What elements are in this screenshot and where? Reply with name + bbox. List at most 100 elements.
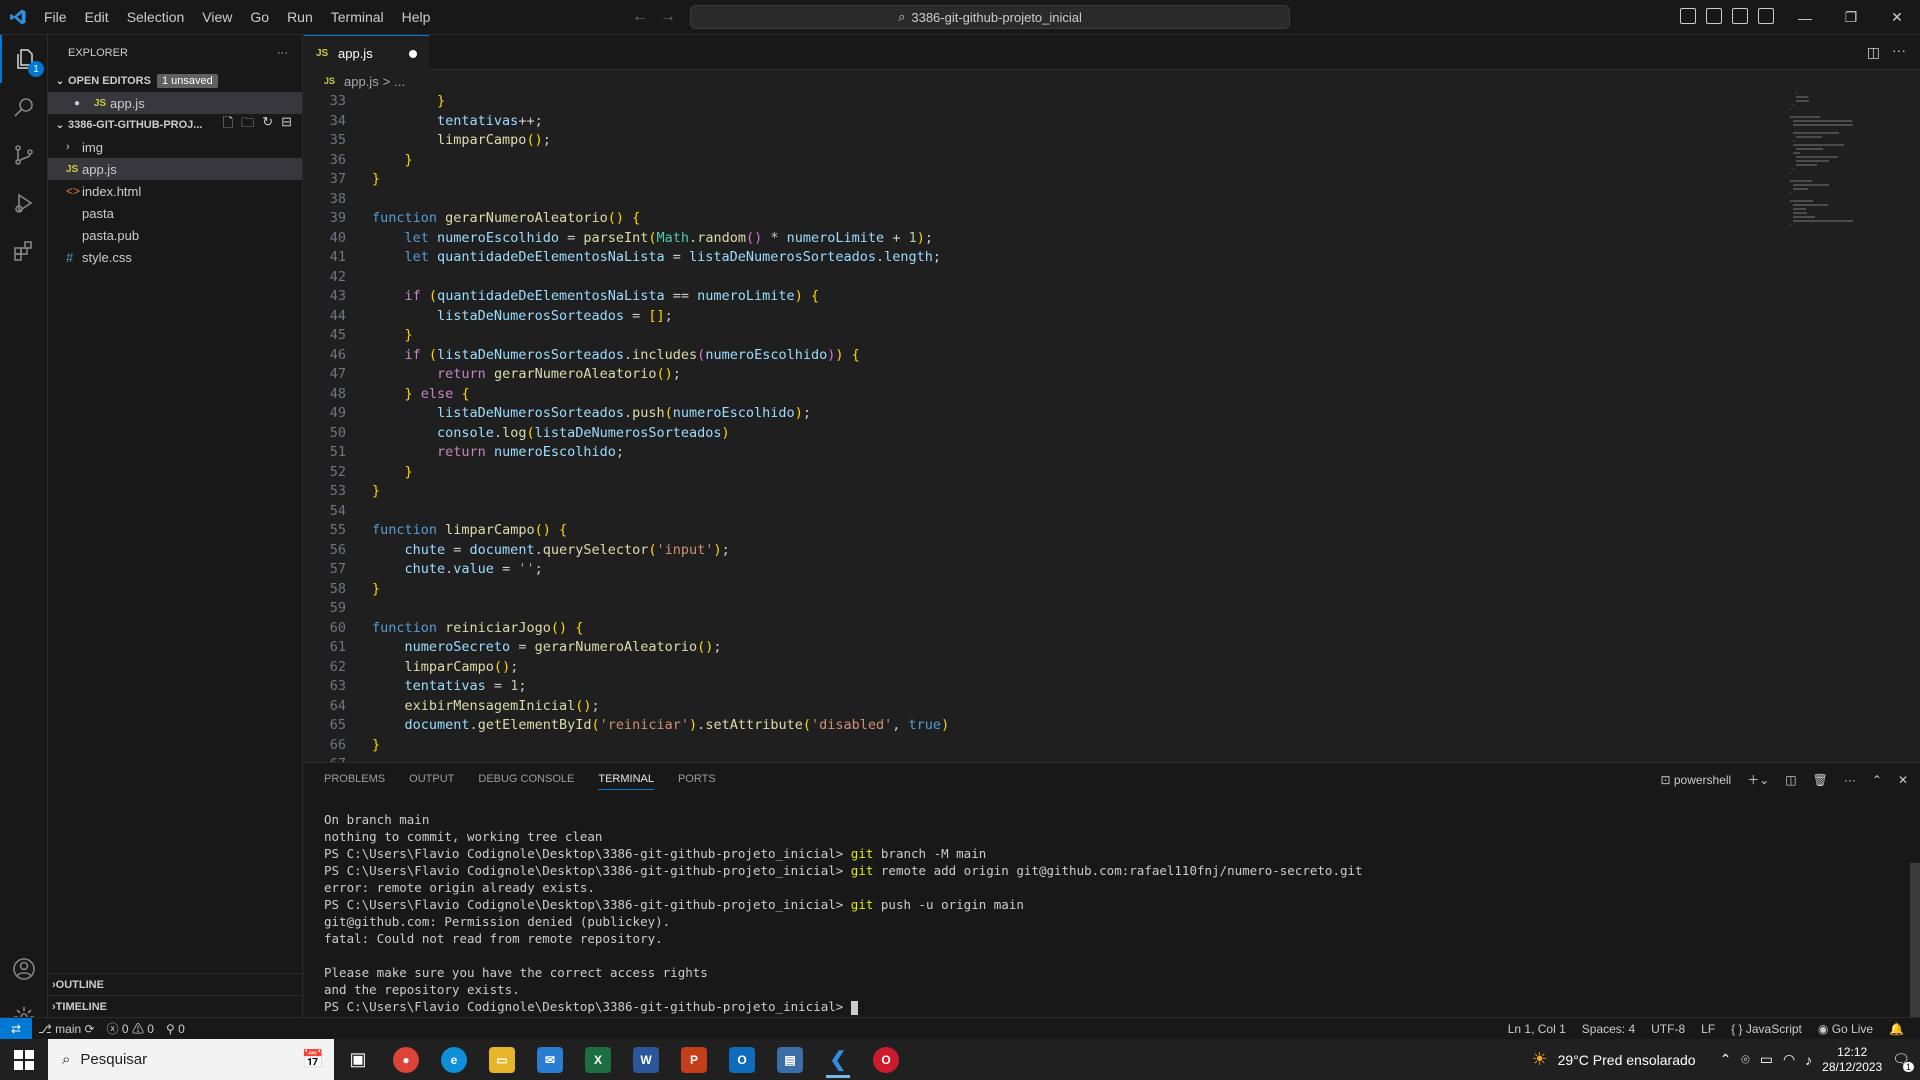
back-arrow-icon[interactable]: ← <box>632 8 660 25</box>
tree-item-img[interactable]: › img <box>48 136 302 158</box>
windows-start-icon[interactable] <box>0 1039 48 1080</box>
extensions-icon[interactable] <box>0 227 48 275</box>
kill-terminal-icon[interactable]: 🗑 <box>1813 773 1828 787</box>
split-terminal-icon[interactable]: ◫ <box>1785 773 1796 787</box>
code-text: listaDeNumerosSorteados = []; <box>437 307 673 324</box>
outline-section[interactable]: › OUTLINE <box>48 973 303 995</box>
camera-icon[interactable]: ⌾ <box>1741 1051 1749 1068</box>
taskbar-search[interactable]: ⌕ Pesquisar 📅 <box>48 1039 334 1080</box>
dirty-dot-icon[interactable]: ● <box>74 98 94 109</box>
tree-item-app-js[interactable]: JS app.js <box>48 158 302 180</box>
breadcrumb-rest[interactable]: ... <box>394 74 405 89</box>
explorer-files-icon[interactable]: 1 <box>0 35 48 83</box>
new-folder-icon[interactable]: 🗀 <box>241 114 254 136</box>
customize-layout-icon[interactable] <box>1758 8 1774 24</box>
tree-item-pasta-pub[interactable]: pasta.pub <box>48 224 302 246</box>
menu-help[interactable]: Help <box>393 9 440 25</box>
edge-icon[interactable]: e <box>430 1039 478 1080</box>
tree-item-style-css[interactable]: # style.css <box>48 246 302 268</box>
weather-label[interactable]: 29°C Pred ensolarado <box>1558 1052 1696 1068</box>
command-center[interactable]: ⌕ 3386-git-github-projeto_inicial <box>690 5 1290 29</box>
encoding[interactable]: UTF-8 <box>1645 1022 1691 1036</box>
editor-more-icon[interactable]: ··· <box>1892 42 1906 58</box>
app-window-icon[interactable]: ▤ <box>766 1039 814 1080</box>
go-live-button[interactable]: ◉ Go Live <box>1812 1022 1879 1036</box>
source-control-icon[interactable] <box>0 131 48 179</box>
tree-item-pasta[interactable]: pasta <box>48 202 302 224</box>
project-section[interactable]: ⌄ 3386-GIT-GITHUB-PROJ... 🗋 🗀 ↻ ⊟ <box>48 114 302 136</box>
forward-arrow-icon[interactable]: → <box>660 8 688 25</box>
ports-indicator[interactable]: ⚲ 0 <box>160 1022 191 1036</box>
unsaved-dot-icon[interactable] <box>409 50 417 58</box>
volume-icon[interactable]: ♪ <box>1805 1052 1812 1068</box>
timeline-section[interactable]: › TIMELINE <box>48 995 303 1017</box>
terminal-shell-selector[interactable]: ⊡ powershell <box>1660 773 1731 787</box>
toggle-secondary-sidebar-icon[interactable] <box>1732 8 1748 24</box>
menu-terminal[interactable]: Terminal <box>322 9 393 25</box>
tab-debug-console[interactable]: DEBUG CONSOLE <box>478 773 574 790</box>
maximize-panel-icon[interactable]: ⌃ <box>1872 773 1882 787</box>
terminal-line: git@github.com: Permission denied (publi… <box>324 914 671 929</box>
terminal-output[interactable]: On branch main nothing to commit, working… <box>324 811 1363 1015</box>
end-of-line[interactable]: LF <box>1695 1022 1721 1036</box>
menu-selection[interactable]: Selection <box>118 9 194 25</box>
indentation[interactable]: Spaces: 4 <box>1576 1022 1641 1036</box>
mail-icon[interactable]: ✉ <box>526 1039 574 1080</box>
wifi-icon[interactable]: ◠ <box>1783 1051 1795 1068</box>
menu-edit[interactable]: Edit <box>76 9 118 25</box>
collapse-all-icon[interactable]: ⊟ <box>281 114 292 136</box>
code-editor[interactable]: 33 } 34 tentativas++; 35 limparCampo(); 36 … <box>304 92 1784 762</box>
tab-app-js[interactable]: JS app.js <box>304 35 429 70</box>
file-explorer-icon[interactable]: ▭ <box>478 1039 526 1080</box>
minimize-icon[interactable]: — <box>1782 0 1828 35</box>
chrome-icon[interactable]: ● <box>382 1039 430 1080</box>
task-view-icon[interactable]: ▣ <box>334 1039 382 1080</box>
toggle-primary-sidebar-icon[interactable] <box>1680 8 1696 24</box>
vscode-taskbar-icon[interactable]: ❮ <box>814 1039 862 1080</box>
notifications-bell-icon[interactable]: 🔔 <box>1883 1022 1910 1036</box>
outlook-icon[interactable]: O <box>718 1039 766 1080</box>
clock[interactable]: 12:12 28/12/2023 <box>1822 1045 1882 1075</box>
minimap-line <box>1793 168 1795 170</box>
powerpoint-icon[interactable]: P <box>670 1039 718 1080</box>
battery-icon[interactable]: ▭ <box>1760 1051 1773 1068</box>
accounts-icon[interactable] <box>0 945 48 993</box>
cursor-position[interactable]: Ln 1, Col 1 <box>1502 1022 1572 1036</box>
split-editor-icon[interactable]: ◫ <box>1867 44 1880 61</box>
tree-item-index-html[interactable]: <> index.html <box>48 180 302 202</box>
show-hidden-icons-icon[interactable]: ⌃ <box>1720 1051 1732 1068</box>
word-icon[interactable]: W <box>622 1039 670 1080</box>
menu-view[interactable]: View <box>193 9 241 25</box>
new-terminal-icon[interactable]: ＋⌄ <box>1747 771 1769 788</box>
new-file-icon[interactable]: 🗋 <box>223 114 233 136</box>
remote-indicator-icon[interactable]: ⇄ <box>0 1017 32 1040</box>
open-editors-section[interactable]: ⌄ OPEN EDITORS 1 unsaved <box>48 70 302 92</box>
menu-go[interactable]: Go <box>241 9 278 25</box>
toggle-panel-icon[interactable] <box>1706 8 1722 24</box>
run-debug-icon[interactable] <box>0 179 48 227</box>
restore-icon[interactable]: ❐ <box>1828 0 1874 35</box>
tab-terminal[interactable]: TERMINAL <box>598 773 654 790</box>
refresh-icon[interactable]: ↻ <box>262 114 273 136</box>
terminal-scrollbar[interactable] <box>1910 863 1920 1018</box>
opera-icon[interactable]: O <box>862 1039 910 1080</box>
notifications-icon[interactable]: 🗨 1 <box>1892 1051 1914 1072</box>
search-view-icon[interactable] <box>0 83 48 131</box>
panel-more-icon[interactable]: ··· <box>1844 773 1856 787</box>
open-editor-item[interactable]: ● JS app.js <box>48 92 302 114</box>
close-panel-icon[interactable]: ✕ <box>1898 773 1908 787</box>
breadcrumb-file[interactable]: app.js <box>344 74 379 89</box>
branch-indicator[interactable]: ⎇ main ⟳ <box>32 1022 101 1036</box>
explorer-more-icon[interactable]: ··· <box>277 47 288 59</box>
tab-ports[interactable]: PORTS <box>678 773 716 790</box>
menu-file[interactable]: File <box>35 9 76 25</box>
language-mode[interactable]: { } JavaScript <box>1725 1022 1808 1036</box>
minimap[interactable] <box>1790 92 1910 232</box>
problems-indicator[interactable]: ⓧ 0 ⚠ 0 <box>101 1020 160 1037</box>
sync-icon: ⟳ <box>81 1021 95 1036</box>
close-icon[interactable]: ✕ <box>1874 0 1920 35</box>
tab-output[interactable]: OUTPUT <box>409 773 454 790</box>
excel-icon[interactable]: X <box>574 1039 622 1080</box>
tab-problems[interactable]: PROBLEMS <box>324 773 385 790</box>
menu-run[interactable]: Run <box>278 9 322 25</box>
